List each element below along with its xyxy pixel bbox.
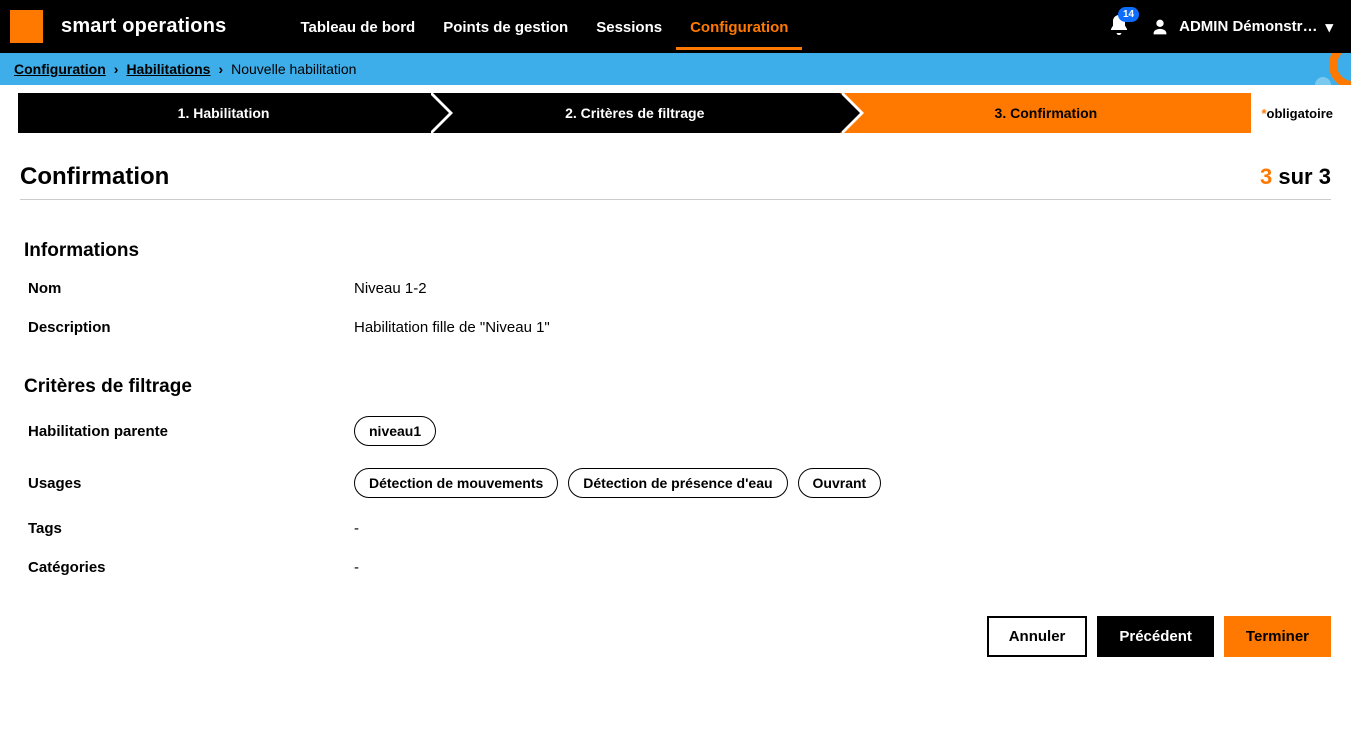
breadcrumb-separator: › [218,61,223,77]
cancel-button[interactable]: Annuler [987,616,1088,657]
chip-parent: niveau1 [354,416,436,446]
label-description: Description [24,319,354,336]
wizard-stepper: 1. Habilitation 2. Critères de filtrage … [18,93,1251,133]
finish-button[interactable]: Terminer [1224,616,1331,657]
breadcrumb-configuration[interactable]: Configuration [14,61,106,77]
row-categories: Catégories - [24,559,1327,576]
label-usages: Usages [24,475,354,492]
brand-logo [10,10,43,43]
wizard-stepper-row: 1. Habilitation 2. Critères de filtrage … [18,93,1333,133]
row-usages: Usages Détection de mouvements Détection… [24,468,1327,498]
notifications-button[interactable]: 14 [1107,13,1131,40]
nav-sessions[interactable]: Sessions [582,3,676,50]
value-categories: - [354,559,359,576]
label-tags: Tags [24,520,354,537]
chip-usage: Ouvrant [798,468,882,498]
chevron-down-icon: ▾ [1325,18,1333,36]
app-title: smart operations [61,15,226,38]
breadcrumb: Configuration › Habilitations › Nouvelle… [0,53,1351,85]
section-heading-criteres: Critères de filtrage [24,376,1327,398]
section-informations: Informations Nom Niveau 1-2 Description … [24,240,1327,336]
notification-count-badge: 14 [1118,7,1139,22]
value-tags: - [354,520,359,537]
mandatory-legend: *obligatoire [1261,106,1333,121]
breadcrumb-habilitations[interactable]: Habilitations [126,61,210,77]
row-description: Description Habilitation fille de "Nivea… [24,319,1327,336]
label-habilitation-parente: Habilitation parente [24,423,354,440]
nav-tableau-de-bord[interactable]: Tableau de bord [286,3,429,50]
label-nom: Nom [24,280,354,297]
top-nav: Tableau de bord Points de gestion Sessio… [286,3,802,50]
nav-configuration[interactable]: Configuration [676,3,802,50]
row-tags: Tags - [24,520,1327,537]
chip-usage: Détection de présence d'eau [568,468,787,498]
decorative-circles-icon [1311,53,1351,85]
chip-usage: Détection de mouvements [354,468,558,498]
value-nom: Niveau 1-2 [354,280,427,297]
step-indicator: 3 sur 3 [1260,164,1331,190]
user-icon [1149,16,1171,38]
value-description: Habilitation fille de "Niveau 1" [354,319,550,336]
user-name-label: ADMIN Démonstr… [1179,18,1317,35]
row-nom: Nom Niveau 1-2 [24,280,1327,297]
previous-button[interactable]: Précédent [1097,616,1214,657]
user-menu[interactable]: ADMIN Démonstr… ▾ [1149,16,1333,38]
breadcrumb-separator: › [114,61,119,77]
step-criteres[interactable]: 2. Critères de filtrage [429,93,840,133]
wizard-footer: Annuler Précédent Terminer [20,616,1331,657]
label-categories: Catégories [24,559,354,576]
row-habilitation-parente: Habilitation parente niveau1 [24,416,1327,446]
step-confirmation[interactable]: 3. Confirmation [840,93,1251,133]
usages-chip-list: Détection de mouvements Détection de pré… [354,468,881,498]
page-title-row: Confirmation 3 sur 3 [20,163,1331,200]
step-habilitation[interactable]: 1. Habilitation [18,93,429,133]
breadcrumb-current: Nouvelle habilitation [231,61,356,77]
section-heading-informations: Informations [24,240,1327,262]
page-title: Confirmation [20,163,169,191]
nav-points-de-gestion[interactable]: Points de gestion [429,3,582,50]
top-header: smart operations Tableau de bord Points … [0,0,1351,53]
section-criteres: Critères de filtrage Habilitation parent… [24,376,1327,576]
